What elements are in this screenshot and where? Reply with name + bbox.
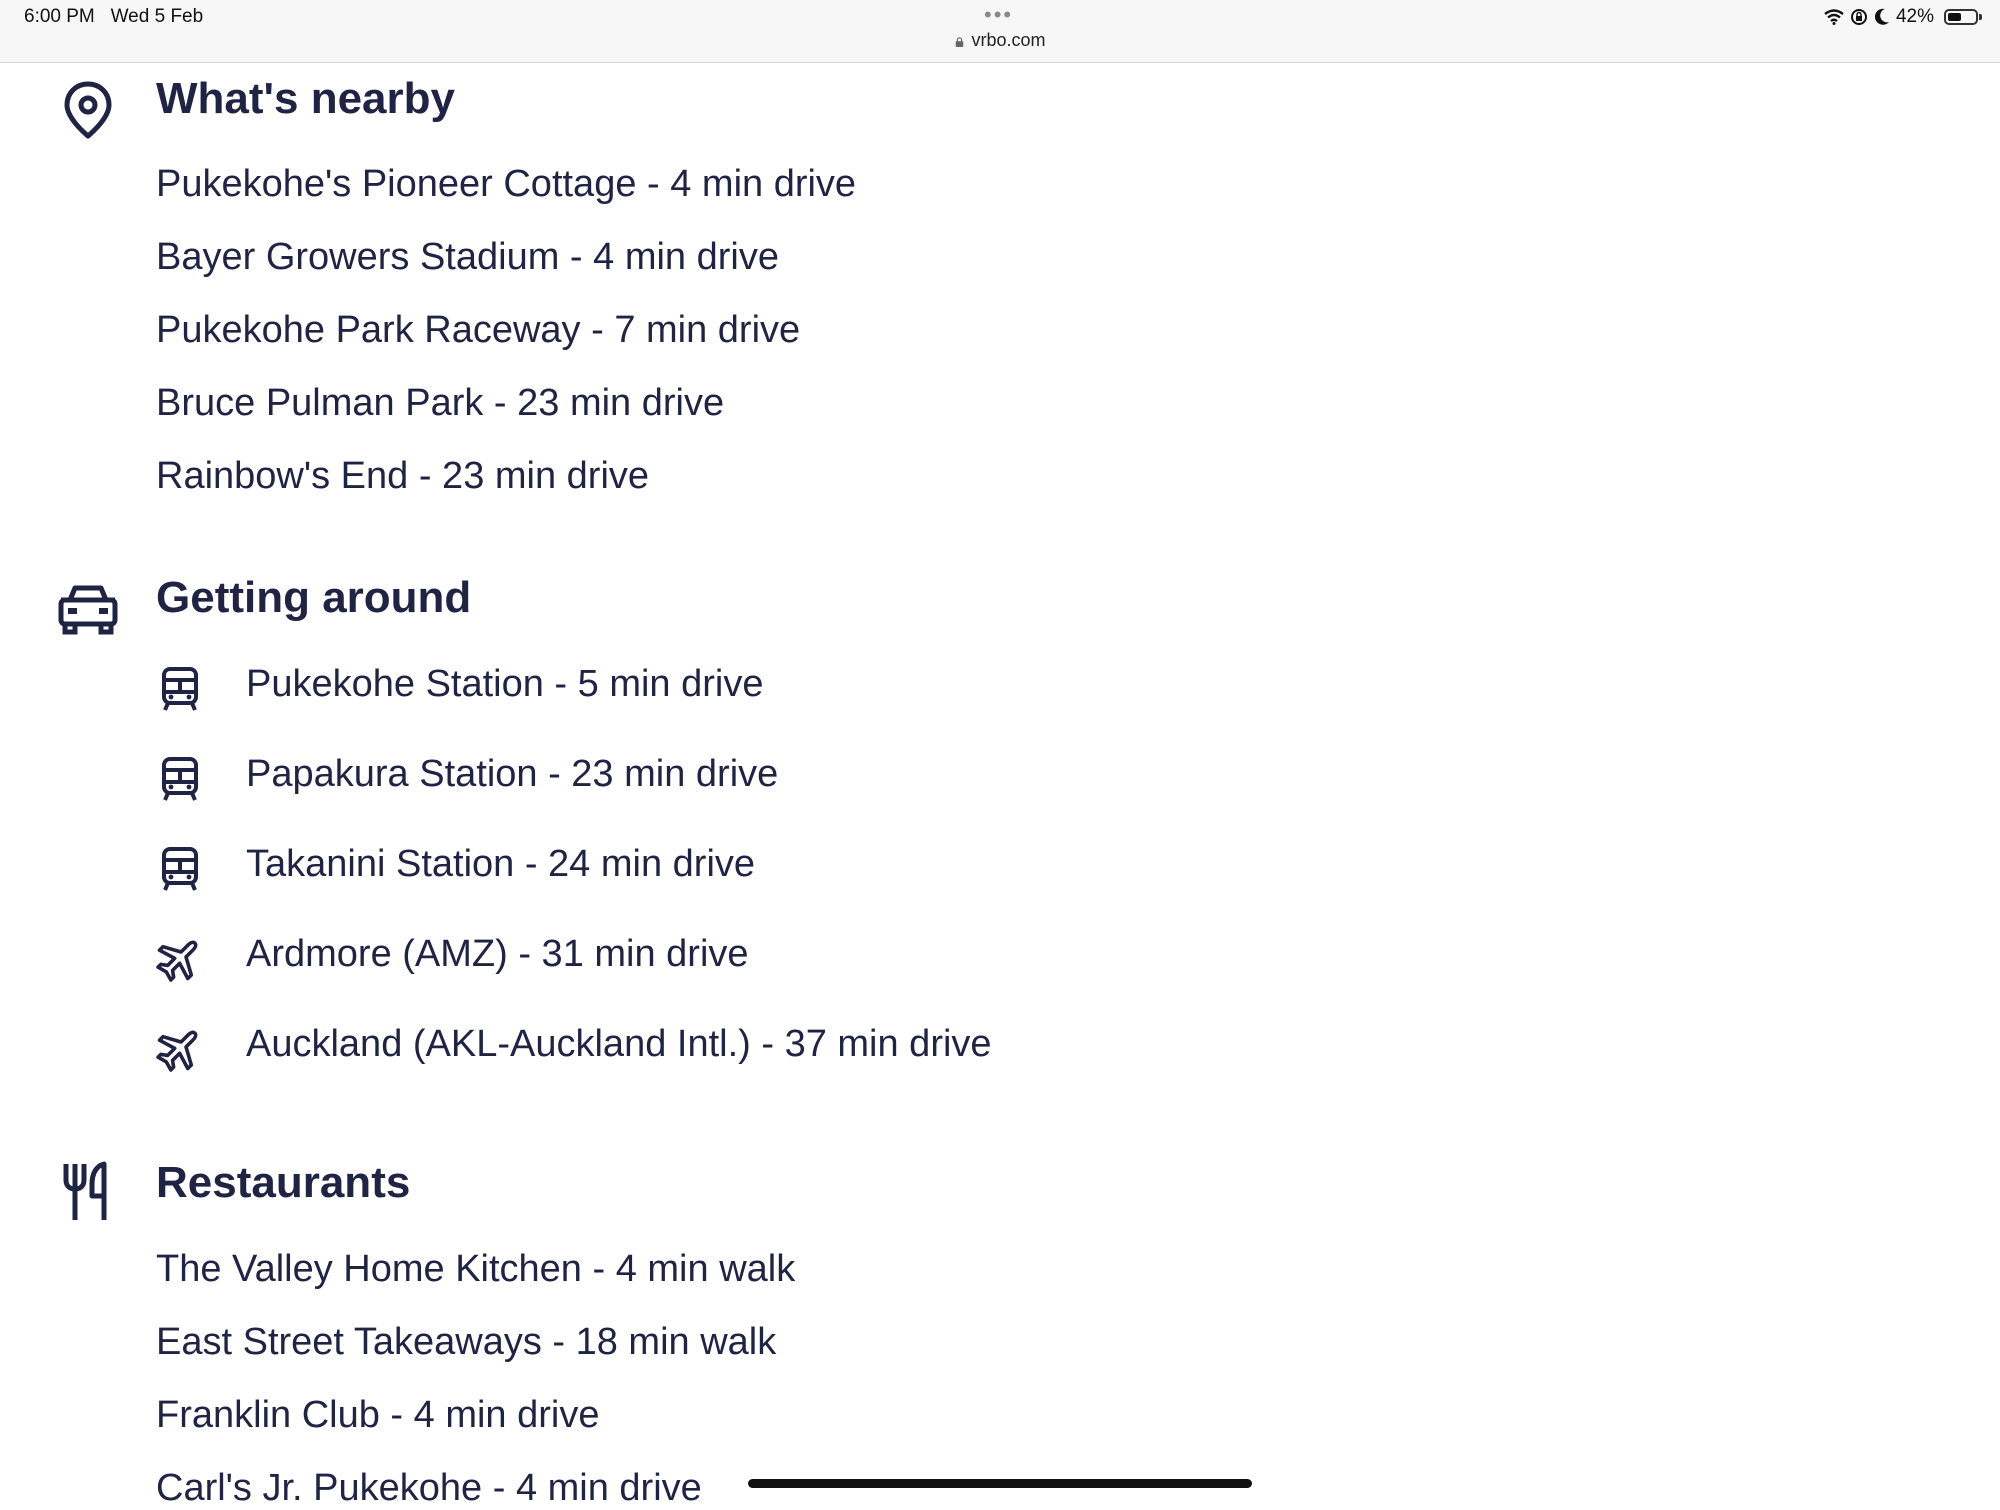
section-title: What's nearby xyxy=(156,74,455,123)
list-item: Takanini Station - 24 min drive xyxy=(246,843,756,885)
train-icon xyxy=(162,667,198,711)
list-item: Pukekohe Station - 5 min drive xyxy=(246,663,764,705)
status-indicators: 42% xyxy=(1824,6,1982,28)
battery-percentage: 42% xyxy=(1895,6,1934,27)
more-options-icon[interactable]: ••• xyxy=(984,2,1013,28)
list-item: Rainbow's End - 23 min drive xyxy=(156,455,650,497)
section-title: Getting around xyxy=(156,573,472,622)
list-item: Bayer Growers Stadium - 4 min drive xyxy=(156,236,779,278)
battery-icon xyxy=(1944,9,1982,25)
list-item: Carl's Jr. Pukekohe - 4 min drive xyxy=(156,1467,702,1509)
location-pin-icon xyxy=(64,81,112,139)
list-item: Auckland (AKL-Auckland Intl.) - 37 min d… xyxy=(246,1023,992,1065)
section-title: Restaurants xyxy=(156,1158,411,1207)
list-item: Bruce Pulman Park - 23 min drive xyxy=(156,382,725,424)
moon-icon xyxy=(1874,8,1889,25)
home-indicator[interactable] xyxy=(748,1479,1252,1488)
url-text: vrbo.com xyxy=(971,30,1046,50)
list-item: The Valley Home Kitchen - 4 min walk xyxy=(156,1248,796,1290)
list-item: Pukekohe Park Raceway - 7 min drive xyxy=(156,309,801,351)
status-time: 6:00 PM Wed 5 Feb xyxy=(24,6,204,27)
airplane-icon xyxy=(156,940,198,982)
train-icon xyxy=(162,847,198,891)
rotation-lock-icon xyxy=(1850,9,1867,25)
list-item: East Street Takeaways - 18 min walk xyxy=(156,1321,777,1363)
train-icon xyxy=(162,757,198,801)
lock-icon xyxy=(956,37,964,47)
list-item: Pukekohe's Pioneer Cottage - 4 min drive xyxy=(156,163,857,205)
address-bar[interactable]: vrbo.com xyxy=(0,30,2000,51)
wifi-icon xyxy=(1824,9,1844,25)
list-item: Franklin Club - 4 min drive xyxy=(156,1394,600,1436)
list-item: Ardmore (AMZ) - 31 min drive xyxy=(246,933,749,975)
airplane-icon xyxy=(156,1030,198,1072)
status-bar: 6:00 PM Wed 5 Feb ••• vrbo.com 42% xyxy=(0,0,2000,63)
list-item: Papakura Station - 23 min drive xyxy=(246,753,779,795)
fork-knife-icon xyxy=(63,1161,107,1220)
car-icon xyxy=(58,585,118,635)
